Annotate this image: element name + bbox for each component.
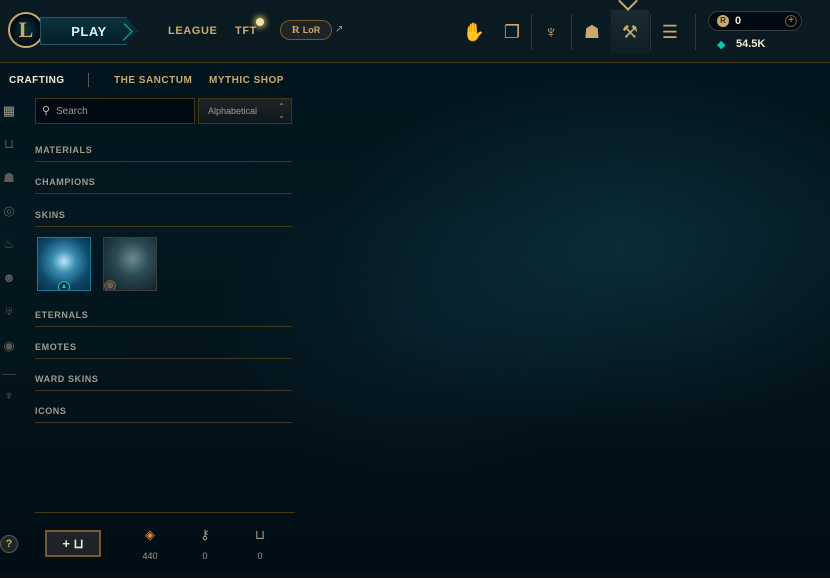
add-chest-button[interactable]: + ⊔ [45,530,101,557]
category-label: WARD SKINS [35,374,99,384]
all-items-icon[interactable]: ▦ [1,103,17,119]
skin-shard-card[interactable]: ▲ [37,237,91,291]
category-label: CHAMPIONS [35,177,96,187]
ward-icon[interactable]: ♨ [1,236,17,252]
buy-rp-button[interactable]: + [785,15,797,27]
icon-divider [695,14,696,50]
social-icon[interactable]: ✋ [455,10,493,54]
chevron-updown-icon: ⌃ ⌄ [278,102,285,120]
category-label: EMOTES [35,342,77,352]
champion-icon[interactable]: ☗ [1,170,17,186]
profile-icon[interactable]: ◉ [1,338,17,354]
search-box: ⚲ [35,98,195,124]
chest-icon[interactable]: ⊔ [1,136,17,152]
rail-divider [2,374,16,375]
rp-balance: R 0 + [708,11,802,31]
nav-tft[interactable]: TFT [235,25,257,37]
blue-essence-value: 54.5K [736,38,766,50]
tab-divider [88,73,89,87]
key-fragment-icon: ⚷ [200,527,210,542]
category-label: ICONS [35,406,67,416]
category-ward-skins[interactable]: WARD SKINS [35,371,292,391]
key-fragment-value: 0 [202,551,208,561]
help-button[interactable]: ? [0,535,18,553]
tab-mythic-shop[interactable]: MYTHIC SHOP [209,75,284,86]
blue-essence-icon: ◆ [717,39,726,51]
rp-icon: R [717,15,729,27]
search-icon: ⚲ [42,105,51,117]
category-label: ETERNALS [35,310,89,320]
sort-dropdown[interactable]: Alphabetical ⌃ ⌄ [198,98,292,124]
chest-count-icon: ⊔ [254,527,266,542]
crafting-icon[interactable]: ⚒ [611,10,649,54]
bottom-edge [0,573,830,578]
category-materials[interactable]: MATERIALS [35,142,292,162]
orange-essence-icon: ◈ [145,527,155,542]
loot-icon[interactable]: ♆ [1,388,17,404]
rp-value: 0 [735,15,742,27]
notification-dot [256,18,264,26]
category-emotes[interactable]: EMOTES [35,339,292,359]
external-link-icon: ↗ [335,24,344,35]
tab-the-sanctum[interactable]: THE SANCTUM [114,75,192,86]
category-skins[interactable]: SKINS [35,207,292,227]
banner-icon[interactable]: ♅ [1,303,17,319]
mask-icon[interactable]: ◎ [1,203,17,219]
category-icons[interactable]: ICONS [35,403,292,423]
search-input[interactable] [56,102,190,120]
lor-icon: R [291,24,300,36]
lor-button[interactable]: R LoR [280,20,332,40]
play-button[interactable]: PLAY [40,17,138,45]
nav-league[interactable]: LEAGUE [168,25,217,37]
category-eternals[interactable]: ETERNALS [35,307,292,327]
skin-rarity-badge: ▲ [58,281,70,290]
skin-rarity-badge: ◎ [104,280,116,290]
skin-shard-card[interactable]: ◎ [103,237,157,291]
league-logo-icon[interactable]: L [8,12,44,48]
ranked-icon[interactable]: ♆ [532,10,570,54]
orange-essence-value: 440 [142,551,158,561]
category-label: MATERIALS [35,145,93,155]
store-icon[interactable]: ☰ [651,10,689,54]
emote-icon[interactable]: ☻ [1,270,17,286]
collection-icon[interactable]: ❐ [493,10,531,54]
lor-label: LoR [302,25,321,35]
icon-divider [571,14,572,50]
chest-count-value: 0 [257,551,263,561]
category-champions[interactable]: CHAMPIONS [35,174,292,194]
tab-crafting[interactable]: CRAFTING [9,75,65,86]
inventory-icon[interactable]: ☗ [573,10,611,54]
bottom-divider [35,512,295,513]
category-label: SKINS [35,210,66,220]
sort-value: Alphabetical [208,106,258,116]
